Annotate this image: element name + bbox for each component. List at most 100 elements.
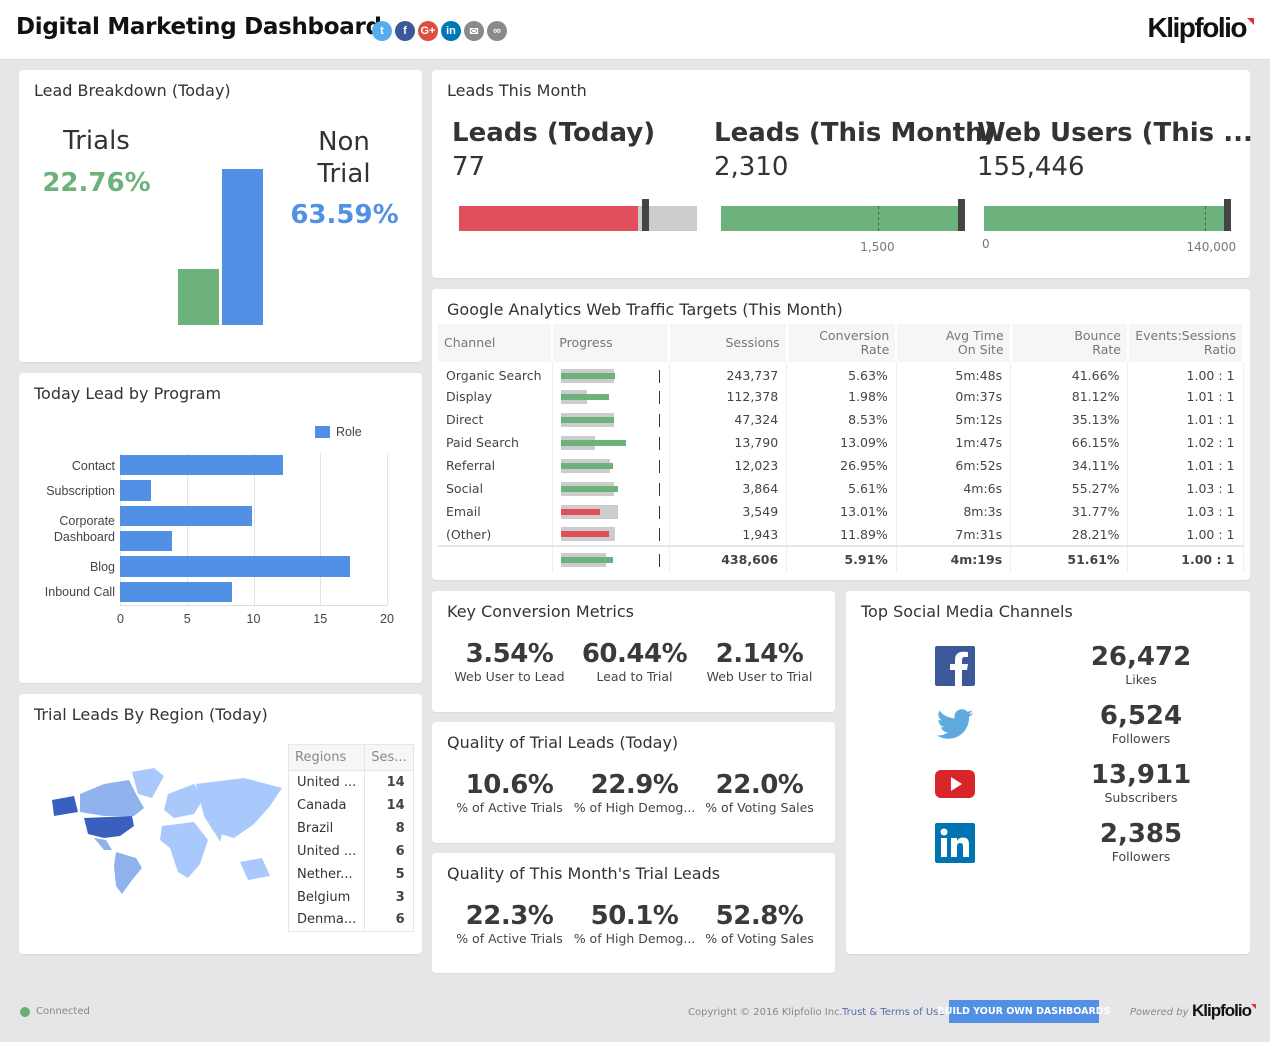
trial-leads-region-card: Trial Leads By Region (Today) Regions Se… xyxy=(19,694,422,954)
table-row[interactable]: Denma... 6 xyxy=(287,908,414,932)
progress-bar xyxy=(560,481,661,497)
cell-ratio: 1.03 : 1 xyxy=(1127,500,1244,523)
email-share-icon[interactable]: ✉ xyxy=(464,21,484,41)
youtube-icon[interactable] xyxy=(935,764,975,804)
powered-by-text: Powered by xyxy=(1130,1007,1189,1018)
bar-subscription[interactable] xyxy=(120,480,151,501)
y-tick-label: Blog xyxy=(90,559,115,575)
cell-avg-time: 7m:31s xyxy=(896,523,1012,546)
y-tick-label-line: Inbound Call xyxy=(44,585,115,600)
col-header-4[interactable]: Avg Time On Site xyxy=(896,324,1012,362)
cell-conversion: 5.61% xyxy=(786,477,897,500)
col-header-regions[interactable]: Regions xyxy=(287,744,366,771)
social-metric: 6,524 Followers xyxy=(1066,701,1216,746)
map-greenland xyxy=(132,768,164,798)
table-row[interactable]: Nether... 5 xyxy=(287,862,414,886)
table-row[interactable]: Brazil 8 xyxy=(287,816,414,840)
y-tick-label-line: Blog xyxy=(89,560,115,574)
progress-goal-marker xyxy=(658,553,660,567)
twitter-icon[interactable] xyxy=(935,705,975,745)
cell-progress xyxy=(552,477,670,500)
table-row[interactable]: Canada 14 xyxy=(287,793,414,817)
cell-region: United ... xyxy=(287,770,366,794)
progress-value xyxy=(560,462,613,469)
bullet-title: Leads (Today) xyxy=(452,118,656,148)
col-header-5[interactable]: Bounce Rate xyxy=(1010,324,1129,362)
gridline xyxy=(253,453,255,605)
facebook-share-icon[interactable]: f xyxy=(395,21,415,41)
table-header-row: Regions Ses... xyxy=(287,744,414,771)
map-africa xyxy=(160,822,208,878)
cell-channel: Display xyxy=(438,385,553,408)
cell-conversion: 5.63% xyxy=(786,362,897,385)
cell-progress xyxy=(552,408,670,431)
progress-goal-marker xyxy=(658,413,660,427)
bullet-target-marker xyxy=(1224,199,1231,231)
metric-tile: 52.8%% of Voting Sales xyxy=(697,901,822,946)
non-trial-bar xyxy=(222,169,263,325)
bar-corporate[interactable] xyxy=(120,505,253,526)
trials-label: Trials xyxy=(63,126,130,156)
linkedin-icon[interactable] xyxy=(935,823,975,863)
card-title: Google Analytics Web Traffic Targets (Th… xyxy=(447,300,843,319)
cell-sessions: 1,943 xyxy=(669,523,788,546)
card-title: Key Conversion Metrics xyxy=(447,602,634,621)
cell-region: Belgium xyxy=(287,885,366,909)
google-plus-share-icon[interactable]: G+ xyxy=(418,21,438,41)
progress-bar xyxy=(560,435,661,451)
y-tick-label-line: Corporate xyxy=(59,514,115,528)
card-title: Quality of Trial Leads (Today) xyxy=(447,733,679,752)
map-asia xyxy=(196,778,282,838)
cell-progress xyxy=(552,545,670,572)
lead-by-program-card: Today Lead by Program Role 0 5 10 15 20 Conta… xyxy=(19,373,422,683)
cell-bounce: 28.21% xyxy=(1010,523,1129,546)
bar-inbound-call[interactable] xyxy=(120,581,233,602)
cell-avg-time: 4m:6s xyxy=(896,477,1012,500)
cell-conversion: 11.89% xyxy=(786,523,897,546)
build-dashboards-button[interactable]: BUILD YOUR OWN DASHBOARDS xyxy=(938,1000,1111,1023)
cell-conversion: 13.09% xyxy=(786,431,897,454)
facebook-icon[interactable] xyxy=(935,646,975,686)
cell-ratio: 1.01 : 1 xyxy=(1127,408,1244,431)
table-row: Social 3,864 5.61% 4m:6s 55.27% 1.03 : 1 xyxy=(438,477,1244,500)
cell-progress xyxy=(552,385,670,408)
cell-channel: Referral xyxy=(438,454,553,477)
world-map[interactable] xyxy=(44,754,289,899)
klipfolio-logo[interactable]: Klipfolio xyxy=(1148,12,1254,44)
cell-region: Nether... xyxy=(287,862,366,886)
col-header-text: Channel xyxy=(444,335,496,350)
bar-blog[interactable] xyxy=(120,556,350,577)
social-value: 26,472 xyxy=(1090,642,1192,672)
metric-value: 22.9% xyxy=(590,770,679,800)
col-header-6[interactable]: Events:Sessions Ratio xyxy=(1127,324,1245,362)
link-share-icon[interactable]: ∞ xyxy=(487,21,507,41)
col-header-2[interactable]: Sessions xyxy=(669,324,788,362)
bar-contact[interactable] xyxy=(120,455,283,476)
bullet-axis-label: 1,500 xyxy=(860,240,895,254)
cell-sessions: 6 xyxy=(364,908,414,932)
bar-dashboard[interactable] xyxy=(120,531,173,552)
table-row[interactable]: United ... 6 xyxy=(287,839,414,863)
cell-region: United ... xyxy=(287,839,366,863)
terms-link[interactable]: Trust & Terms of Use xyxy=(842,1007,945,1018)
map-india xyxy=(210,824,224,842)
trials-percent: 22.76% xyxy=(42,168,151,198)
cell-channel: (Other) xyxy=(438,523,553,546)
cell-conversion: 13.01% xyxy=(786,500,897,523)
table-row[interactable]: Belgium 3 xyxy=(287,885,414,909)
table-total-row: 438,606 5.91% 4m:19s 51.61% 1.00 : 1 xyxy=(438,545,1244,572)
col-header-1[interactable]: Progress xyxy=(552,324,671,362)
col-header-3[interactable]: Conversion Rate xyxy=(786,324,898,362)
table-row[interactable]: United ... 14 xyxy=(287,770,414,794)
cell-conversion: 1.98% xyxy=(786,385,897,408)
col-header-0[interactable]: Channel xyxy=(438,324,554,362)
footer-klipfolio-logo[interactable]: Klipfolio xyxy=(1192,1001,1256,1021)
linkedin-share-icon[interactable]: in xyxy=(441,21,461,41)
y-tick-label: Inbound Call xyxy=(45,584,115,600)
card-title: Top Social Media Channels xyxy=(861,602,1073,621)
social-value: 13,911 xyxy=(1090,760,1192,790)
table-row: Email 3,549 13.01% 8m:3s 31.77% 1.03 : 1 xyxy=(438,500,1244,523)
twitter-share-icon[interactable]: t xyxy=(372,21,392,41)
col-header-sessions[interactable]: Ses... xyxy=(364,744,414,771)
col-header-text: Ratio xyxy=(1203,342,1236,357)
